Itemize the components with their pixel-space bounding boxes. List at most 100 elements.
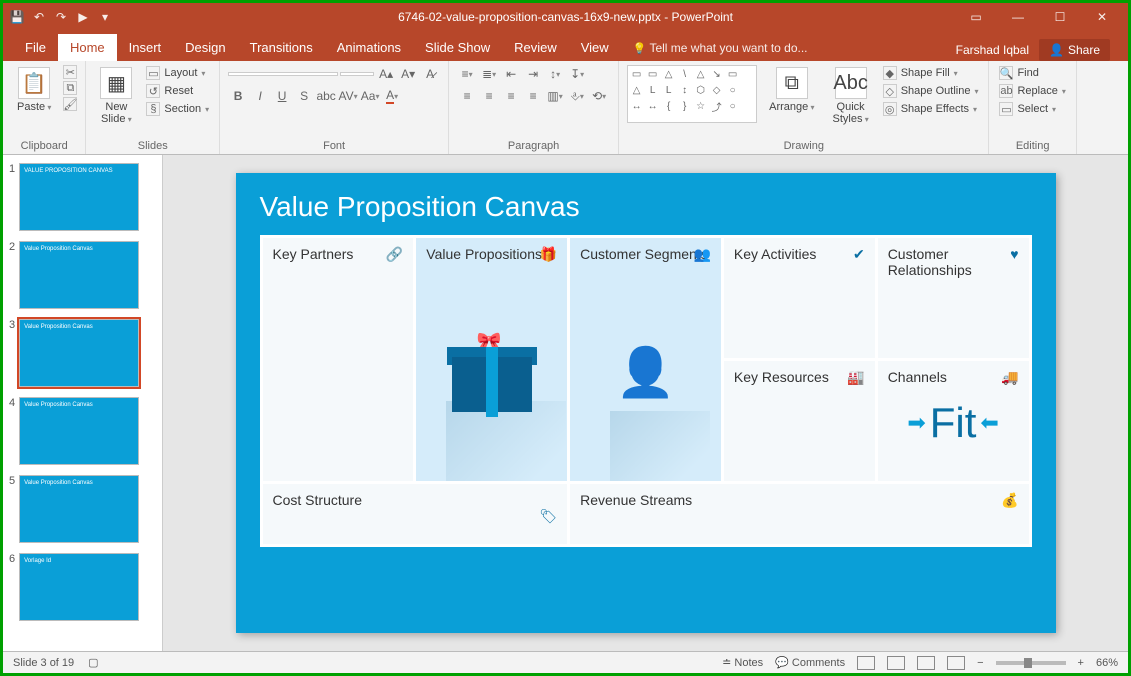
- shape-outline-button[interactable]: ◇Shape Outline: [881, 83, 981, 99]
- slide-canvas-area[interactable]: Value Proposition Canvas Key Partners🔗 K…: [163, 155, 1128, 651]
- increase-font-icon[interactable]: A▴: [376, 65, 396, 83]
- tab-slideshow[interactable]: Slide Show: [413, 34, 502, 61]
- comments-button[interactable]: 💬 Comments: [775, 656, 845, 669]
- close-button[interactable]: ✕: [1082, 5, 1122, 29]
- shape-effects-button[interactable]: ◎Shape Effects: [881, 101, 981, 117]
- thumbnail-5[interactable]: 5Value Proposition Canvas: [9, 475, 156, 543]
- notes-button[interactable]: ≐ Notes: [722, 656, 763, 669]
- cut-icon[interactable]: ✂: [63, 65, 77, 79]
- tell-me-input[interactable]: Tell me what you want to do...: [621, 35, 820, 61]
- increase-indent-icon[interactable]: ⇥: [523, 65, 543, 83]
- cell-key-partners[interactable]: Key Partners🔗: [263, 238, 414, 481]
- bold-icon[interactable]: B: [228, 87, 248, 105]
- numbering-icon[interactable]: ≣: [479, 65, 499, 83]
- find-button[interactable]: 🔍Find: [997, 65, 1067, 81]
- slide-indicator[interactable]: Slide 3 of 19: [13, 657, 74, 669]
- justify-icon[interactable]: ≡: [523, 87, 543, 105]
- select-button[interactable]: ▭Select: [997, 101, 1067, 117]
- decrease-indent-icon[interactable]: ⇤: [501, 65, 521, 83]
- slideshow-view-button[interactable]: [947, 656, 965, 670]
- undo-icon[interactable]: ↶: [31, 9, 47, 25]
- ribbon-display-icon[interactable]: ▭: [956, 5, 996, 29]
- tab-design[interactable]: Design: [173, 34, 237, 61]
- arrange-button[interactable]: ⧉Arrange: [763, 65, 820, 115]
- clear-formatting-icon[interactable]: A̷: [420, 65, 440, 83]
- layout-button[interactable]: ▭Layout: [144, 65, 211, 81]
- italic-icon[interactable]: I: [250, 87, 270, 105]
- font-color-icon[interactable]: A: [382, 87, 402, 105]
- change-case-icon[interactable]: Aa: [360, 87, 380, 105]
- zoom-in-button[interactable]: +: [1078, 657, 1084, 669]
- slide-sorter-button[interactable]: [887, 656, 905, 670]
- font-face-input[interactable]: [228, 72, 338, 76]
- reset-button[interactable]: ↺Reset: [144, 83, 211, 99]
- new-slide-button[interactable]: ▦New Slide: [94, 65, 138, 127]
- slide-title[interactable]: Value Proposition Canvas: [260, 191, 1032, 223]
- text-direction-icon[interactable]: ↧: [567, 65, 587, 83]
- arrow-right-icon: ➡: [907, 410, 925, 436]
- tab-review[interactable]: Review: [502, 34, 569, 61]
- shape-fill-button[interactable]: ◆Shape Fill: [881, 65, 981, 81]
- zoom-slider[interactable]: [996, 661, 1066, 665]
- cell-revenue-streams[interactable]: Revenue Streams💰: [570, 484, 1028, 544]
- user-name[interactable]: Farshad Iqbal: [956, 43, 1029, 57]
- align-center-icon[interactable]: ≡: [479, 87, 499, 105]
- tab-animations[interactable]: Animations: [325, 34, 413, 61]
- strikethrough-icon[interactable]: S: [294, 87, 314, 105]
- group-label-editing: Editing: [997, 138, 1067, 152]
- spellcheck-icon[interactable]: ▢: [88, 656, 98, 669]
- reading-view-button[interactable]: [917, 656, 935, 670]
- zoom-out-button[interactable]: −: [977, 657, 983, 669]
- cell-cost-structure[interactable]: Cost Structure🏷: [263, 484, 568, 544]
- smartart-icon[interactable]: ⟲: [589, 87, 609, 105]
- tab-home[interactable]: Home: [58, 34, 117, 61]
- cell-key-activities[interactable]: Key Activities✔: [724, 238, 875, 358]
- decrease-font-icon[interactable]: A▾: [398, 65, 418, 83]
- redo-icon[interactable]: ↷: [53, 9, 69, 25]
- thumbnail-2[interactable]: 2Value Proposition Canvas: [9, 241, 156, 309]
- paste-button[interactable]: 📋Paste: [11, 65, 57, 115]
- tab-transitions[interactable]: Transitions: [238, 34, 325, 61]
- share-button[interactable]: 👤Share: [1039, 39, 1110, 61]
- section-button[interactable]: §Section: [144, 101, 211, 117]
- cell-key-resources[interactable]: Key Resources🏭: [724, 361, 875, 481]
- copy-icon[interactable]: ⧉: [63, 81, 77, 95]
- thumbnail-3[interactable]: 3Value Proposition Canvas: [9, 319, 156, 387]
- columns-icon[interactable]: ▥: [545, 87, 565, 105]
- tab-insert[interactable]: Insert: [117, 34, 174, 61]
- cell-channels[interactable]: Channels🚚 ➡ Fit ⬅: [878, 361, 1029, 481]
- qat-dropdown-icon[interactable]: ▾: [97, 9, 113, 25]
- character-spacing-icon[interactable]: AV: [338, 87, 358, 105]
- quick-styles-label: Quick Styles: [833, 101, 869, 125]
- format-painter-icon[interactable]: 🖌: [63, 97, 77, 111]
- font-size-input[interactable]: [340, 72, 374, 76]
- shape-outline-label: Shape Outline: [901, 85, 971, 97]
- tab-view[interactable]: View: [569, 34, 621, 61]
- thumbnail-1[interactable]: 1VALUE PROPOSITION CANVAS: [9, 163, 156, 231]
- align-right-icon[interactable]: ≡: [501, 87, 521, 105]
- replace-button[interactable]: abReplace: [997, 83, 1067, 99]
- underline-icon[interactable]: U: [272, 87, 292, 105]
- shapes-gallery[interactable]: ▭▭△\△↘▭ △LL↕⬡◇○ ↔↔{}☆⤴○: [627, 65, 757, 123]
- tab-file[interactable]: File: [13, 34, 58, 61]
- save-icon[interactable]: 💾: [9, 9, 25, 25]
- cell-customer-relationships[interactable]: Customer Relationships♥: [878, 238, 1029, 358]
- align-text-icon[interactable]: ⎀: [567, 87, 587, 105]
- align-left-icon[interactable]: ≡: [457, 87, 477, 105]
- line-spacing-icon[interactable]: ↕: [545, 65, 565, 83]
- slide[interactable]: Value Proposition Canvas Key Partners🔗 K…: [236, 173, 1056, 633]
- minimize-button[interactable]: —: [998, 5, 1038, 29]
- thumbnail-6[interactable]: 6Vorlage Id: [9, 553, 156, 621]
- quick-styles-button[interactable]: AbcQuick Styles: [827, 65, 875, 127]
- normal-view-button[interactable]: [857, 656, 875, 670]
- gift-illustration: 🎀: [447, 332, 537, 412]
- cell-customer-segments[interactable]: Customer Segments👥 👤: [570, 238, 721, 481]
- text-shadow-icon[interactable]: abc: [316, 87, 336, 105]
- thumbnail-4[interactable]: 4Value Proposition Canvas: [9, 397, 156, 465]
- zoom-value[interactable]: 66%: [1096, 657, 1118, 669]
- cell-value-propositions[interactable]: Value Propositions🎁 🎀: [416, 238, 567, 481]
- maximize-button[interactable]: ☐: [1040, 5, 1080, 29]
- slide-thumbnails-panel[interactable]: 1VALUE PROPOSITION CANVAS 2Value Proposi…: [3, 155, 163, 651]
- bullets-icon[interactable]: ≡: [457, 65, 477, 83]
- start-from-beginning-icon[interactable]: ▶: [75, 9, 91, 25]
